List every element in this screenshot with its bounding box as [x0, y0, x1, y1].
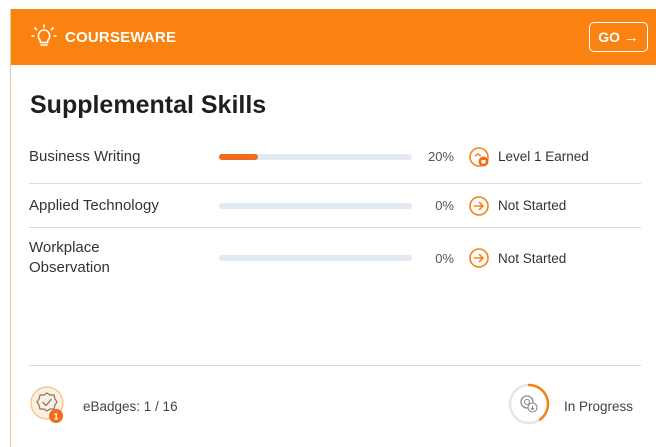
arrow-right-circle-icon [469, 248, 489, 268]
go-label: GO [598, 29, 620, 45]
card-header: COURSEWARE GO → [11, 9, 656, 65]
progress-bar [219, 255, 412, 261]
go-button[interactable]: GO → [589, 22, 648, 52]
footer-divider [29, 365, 641, 366]
skills-list: Business Writing 20% Level 1 Earned Appl… [29, 140, 641, 288]
header-title: COURSEWARE [65, 28, 177, 46]
skill-status: Level 1 Earned [498, 149, 589, 164]
skill-name: Business Writing [29, 147, 141, 165]
header-left: COURSEWARE [31, 24, 176, 50]
progress-fill [219, 153, 258, 160]
progress-percent: 0% [435, 198, 454, 213]
in-progress-label: In Progress [564, 399, 634, 414]
progress-percent: 20% [427, 149, 454, 164]
progress-percent: 0% [435, 250, 454, 266]
ebadges-count-label: eBadges: 1 / 16 [83, 399, 178, 414]
in-progress-ring-icon [508, 383, 550, 425]
skill-status: Not Started [498, 198, 567, 213]
ebadge-icon-wrap[interactable]: 1 [29, 382, 69, 428]
progress-arc [527, 383, 550, 421]
skill-row[interactable]: Applied Technology 0% Not Started [29, 184, 641, 228]
badge-count: 1 [53, 412, 58, 422]
arrow-right-circle-icon [469, 195, 489, 216]
lightbulb-icon [31, 24, 57, 46]
ebadge-icon: 1 [30, 386, 64, 423]
card-footer: 1 eBadges: 1 / 16 In Progress [29, 379, 641, 431]
in-progress-icon-wrap[interactable] [507, 382, 551, 426]
level-earned-icon [469, 146, 489, 167]
page-title: Supplemental Skills [30, 91, 267, 119]
courseware-card: COURSEWARE GO → Supplemental Skills Busi… [10, 9, 656, 447]
skill-name: Applied Technology [29, 196, 159, 214]
progress-bar [219, 153, 412, 160]
skill-status: Not Started [498, 250, 567, 266]
arrow-right-icon: → [624, 28, 639, 46]
progress-bar [219, 202, 412, 209]
skill-row[interactable]: Workplace Observation 0% Not Started [29, 228, 641, 288]
skill-row[interactable]: Business Writing 20% Level 1 Earned [29, 140, 641, 184]
skill-name: Workplace Observation [29, 239, 110, 276]
